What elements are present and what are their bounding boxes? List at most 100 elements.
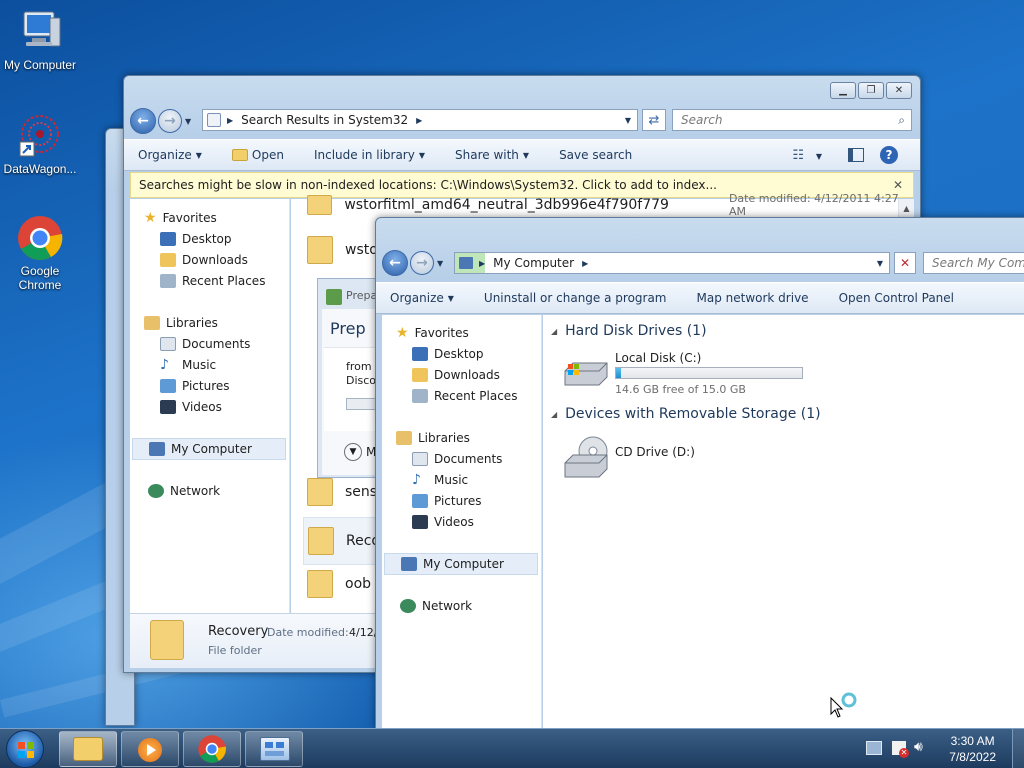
preview-pane-icon[interactable]	[848, 148, 864, 162]
result-row[interactable]: oob	[307, 567, 371, 601]
help-icon[interactable]: ?	[880, 146, 898, 164]
nav-label: Network	[170, 484, 221, 498]
nav-music[interactable]: ♪ Music	[412, 470, 468, 490]
recent-pages-dropdown[interactable]: ▼	[185, 117, 191, 126]
close-button[interactable]: ✕	[886, 82, 912, 99]
desktop-icon-my-computer[interactable]: My Computer	[0, 8, 80, 72]
save-search-button[interactable]: Save search	[559, 148, 632, 162]
forward-button[interactable]: →	[410, 251, 434, 275]
result-row-selected[interactable]: Reco	[303, 517, 383, 565]
collapse-icon: ◢	[551, 326, 558, 336]
desktop-icon-chrome[interactable]: Google Chrome	[0, 214, 80, 292]
address-bar[interactable]: ▶ My Computer ▶ ▼	[454, 252, 890, 274]
nav-network[interactable]: Network	[400, 596, 472, 616]
clock-time: 3:30 AM	[950, 734, 995, 748]
map-network-drive-button[interactable]: Map network drive	[697, 291, 809, 305]
forward-button[interactable]: →	[158, 109, 182, 133]
nav-pictures[interactable]: Pictures	[160, 376, 230, 396]
system-clock[interactable]: 3:30 AM 7/8/2022	[949, 733, 996, 765]
drive-name: CD Drive (D:)	[615, 445, 695, 459]
navigation-pane: ★ Favorites Desktop Downloads Recent Plac…	[130, 199, 290, 613]
address-dropdown[interactable]: ▼	[625, 116, 631, 125]
recent-pages-dropdown[interactable]: ▼	[437, 259, 443, 268]
search-input[interactable]: Search My Compu	[923, 252, 1024, 274]
map-drive-label: Map network drive	[696, 291, 809, 305]
videos-icon	[160, 400, 176, 414]
nav-label: Recent Places	[182, 274, 266, 288]
nav-libraries[interactable]: Libraries	[396, 428, 470, 448]
computer-content: ◢ Hard Disk Drives (1) Local Disk (C:) 1…	[543, 315, 1024, 728]
nav-documents[interactable]: Documents	[412, 449, 502, 469]
nav-libraries[interactable]: Libraries	[144, 313, 218, 333]
star-icon: ★	[396, 325, 409, 341]
caption-buttons: ▁ ❐ ✕	[830, 82, 912, 99]
more-details-toggle[interactable]: ▼ M	[344, 443, 376, 461]
details-modified-value: 4/12/	[349, 626, 378, 639]
nav-desktop[interactable]: Desktop	[412, 344, 484, 364]
volume-tray-icon[interactable]: 🔊︎	[914, 739, 923, 755]
address-bar[interactable]: ▶ Search Results in System32 ▶ ▼	[202, 109, 638, 131]
show-desktop-button[interactable]	[1012, 729, 1024, 768]
nav-pictures[interactable]: Pictures	[412, 491, 482, 511]
result-row[interactable]: sens	[307, 475, 377, 509]
result-row[interactable]: wsto	[307, 233, 378, 267]
view-options-button[interactable]: ☷ ▼	[792, 148, 822, 163]
desktop-icon-datawagon[interactable]: DataWagon...	[0, 112, 80, 176]
collapse-icon: ◢	[551, 409, 558, 419]
open-button[interactable]: Open	[231, 148, 284, 162]
taskbar-chrome-button[interactable]	[183, 731, 241, 767]
my-computer-window[interactable]: ← → ▼ ▶ My Computer ▶ ▼ ✕ Search My Comp…	[375, 217, 1024, 729]
recent-places-icon	[160, 274, 176, 288]
nav-favorites[interactable]: ★ Favorites	[396, 323, 469, 343]
result-row[interactable]: wstorfitml_amd64_neutral_3db996e4f790f77…	[307, 191, 914, 219]
nav-documents[interactable]: Documents	[160, 334, 250, 354]
group-header-hard-disks[interactable]: ◢ Hard Disk Drives (1)	[551, 323, 707, 339]
share-with-button[interactable]: Share with ▼	[455, 148, 529, 162]
address-dropdown[interactable]: ▼	[877, 259, 883, 268]
uninstall-program-button[interactable]: Uninstall or change a program	[484, 291, 667, 305]
start-button[interactable]	[6, 730, 44, 768]
nav-downloads[interactable]: Downloads	[412, 365, 500, 385]
cd-drive-item[interactable]: CD Drive (D:)	[563, 433, 763, 481]
details-name: Recovery	[208, 624, 269, 639]
taskbar-control-panel-button[interactable]	[245, 731, 303, 767]
taskbar-media-player-button[interactable]	[121, 731, 179, 767]
local-disk-item[interactable]: Local Disk (C:) 14.6 GB free of 15.0 GB	[563, 349, 843, 399]
chevron-down-icon: ▼	[815, 152, 822, 161]
nav-recent-places[interactable]: Recent Places	[412, 386, 517, 406]
back-button[interactable]: ←	[382, 250, 408, 276]
nav-my-computer[interactable]: My Computer	[384, 553, 538, 575]
group-header-removable[interactable]: ◢ Devices with Removable Storage (1)	[551, 406, 821, 422]
nav-my-computer[interactable]: My Computer	[132, 438, 286, 460]
save-search-label: Save search	[559, 148, 633, 162]
minimize-button[interactable]: ▁	[830, 82, 856, 99]
search-input[interactable]: Search ⌕	[672, 109, 912, 131]
refresh-button[interactable]: ⇄	[642, 109, 666, 131]
nav-music[interactable]: ♪ Music	[160, 355, 216, 375]
star-icon: ★	[144, 210, 157, 226]
nav-recent-places[interactable]: Recent Places	[160, 271, 265, 291]
organize-button[interactable]: Organize ▼	[138, 148, 202, 162]
nav-desktop[interactable]: Desktop	[160, 229, 232, 249]
nav-network[interactable]: Network	[148, 481, 220, 501]
documents-icon	[412, 452, 428, 466]
include-in-library-button[interactable]: Include in library ▼	[314, 148, 425, 162]
stop-button[interactable]: ✕	[894, 252, 916, 274]
back-button[interactable]: ←	[130, 108, 156, 134]
media-player-icon	[138, 738, 162, 762]
nav-label: Downloads	[434, 368, 500, 382]
nav-favorites[interactable]: ★ Favorites	[144, 208, 217, 228]
open-control-panel-button[interactable]: Open Control Panel	[839, 291, 954, 305]
nav-videos[interactable]: Videos	[160, 397, 222, 417]
nav-videos[interactable]: Videos	[412, 512, 474, 532]
network-tray-icon[interactable]	[866, 741, 882, 755]
nav-downloads[interactable]: Downloads	[160, 250, 248, 270]
organize-button[interactable]: Organize ▼	[390, 291, 454, 305]
action-center-tray-icon[interactable]: ✕	[892, 741, 909, 758]
taskbar-explorer-button[interactable]	[59, 731, 117, 767]
computer-icon	[459, 257, 473, 269]
result-modified: Date modified: 4/12/2011 4:27 AM	[728, 192, 899, 218]
maximize-button[interactable]: ❐	[858, 82, 884, 99]
details-modified-label: Date modified:	[267, 626, 349, 639]
refresh-icon: ⇄	[648, 112, 660, 128]
